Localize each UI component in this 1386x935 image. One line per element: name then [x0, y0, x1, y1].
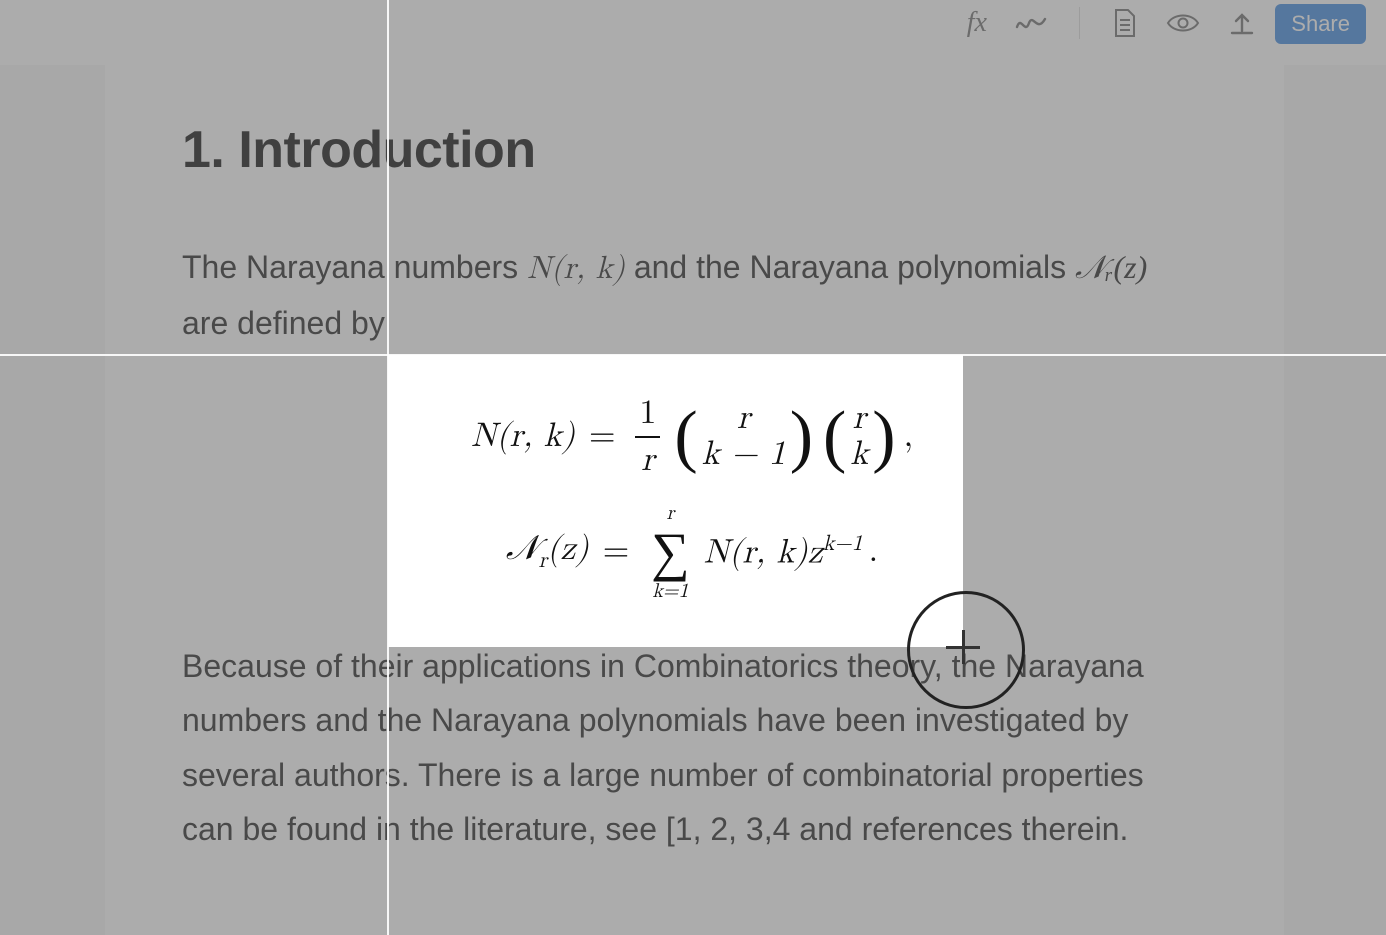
summation-symbol: r ∑ k=1: [651, 503, 690, 601]
screenshot-dim-left: [0, 355, 388, 647]
screenshot-dim-bottom: [0, 647, 1386, 935]
equation-line-1: N(r, k) = 1 r ( r k − 1 ): [407, 393, 977, 481]
selection-guide-vertical: [387, 0, 389, 935]
equation-line-2: 𝒩r(z) = r ∑ k=1 N(r, k)zk−1 .: [407, 503, 977, 601]
screenshot-dim-top: [0, 0, 1386, 355]
selection-guide-horizontal: [0, 354, 1386, 356]
binomial-r-k: ( r k ): [823, 401, 896, 472]
equation-block: N(r, k) = 1 r ( r k − 1 ): [407, 373, 977, 611]
app-canvas: fx Share 1. Introduction The: [0, 0, 1386, 935]
fraction-1-over-r: 1 r: [635, 393, 660, 481]
binomial-r-k-1: ( r k − 1 ): [674, 401, 813, 472]
screenshot-dim-right: [963, 355, 1386, 647]
